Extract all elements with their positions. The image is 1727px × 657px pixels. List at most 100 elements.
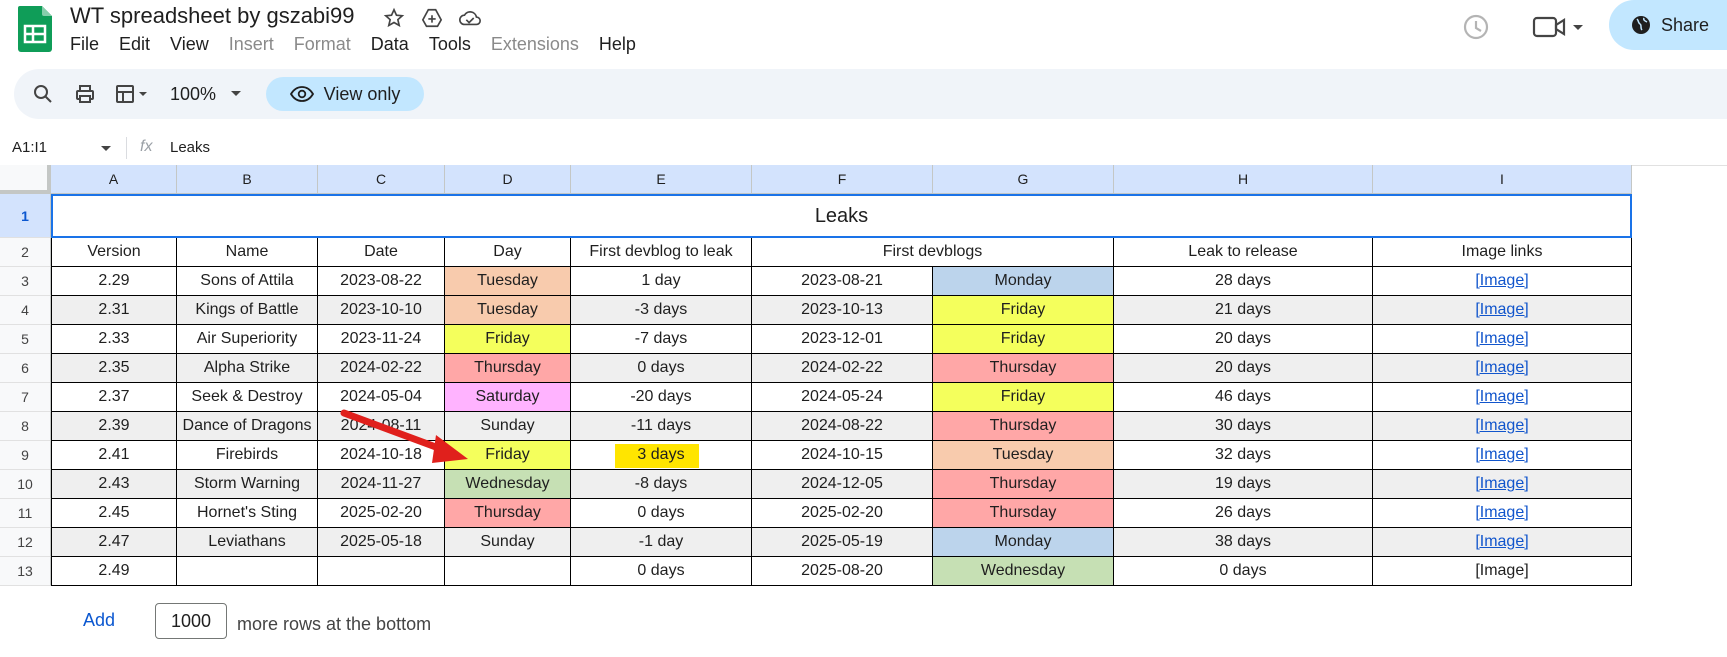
cell-version[interactable]: 2.39	[51, 412, 177, 441]
select-all-corner[interactable]	[0, 165, 51, 194]
header-name[interactable]: Name	[177, 238, 318, 267]
cell-dev-to-leak[interactable]: -3 days	[571, 296, 752, 325]
cell-day[interactable]: Thursday	[445, 499, 571, 528]
cell-devblog-date[interactable]: 2024-12-05	[752, 470, 933, 499]
cell-image[interactable]: [Image]	[1373, 557, 1632, 586]
cell-devblog-day[interactable]: Thursday	[933, 499, 1114, 528]
menu-file[interactable]: File	[70, 34, 99, 55]
cell-leak-to-release[interactable]: 28 days	[1114, 267, 1373, 296]
cell-dev-to-leak[interactable]: -1 day	[571, 528, 752, 557]
cell-version[interactable]: 2.33	[51, 325, 177, 354]
cell-dev-to-leak[interactable]: 3 days	[571, 441, 752, 470]
print-icon[interactable]	[74, 69, 96, 119]
row-header-3[interactable]: 3	[0, 267, 51, 296]
cell-devblog-day[interactable]: Thursday	[933, 470, 1114, 499]
cell-name[interactable]: Alpha Strike	[177, 354, 318, 383]
cell-devblog-day[interactable]: Wednesday	[933, 557, 1114, 586]
star-icon[interactable]	[382, 6, 406, 30]
cell-name[interactable]: Storm Warning	[177, 470, 318, 499]
view-only-button[interactable]: View only	[266, 77, 424, 111]
cell-name[interactable]: Hornet's Sting	[177, 499, 318, 528]
cell-dev-to-leak[interactable]: 1 day	[571, 267, 752, 296]
cell-image[interactable]: [Image]	[1373, 325, 1632, 354]
zoom-select[interactable]: 100%	[170, 69, 242, 119]
cell-devblog-date[interactable]: 2024-08-22	[752, 412, 933, 441]
row-header-4[interactable]: 4	[0, 296, 51, 325]
cell-version[interactable]: 2.49	[51, 557, 177, 586]
cell-dev-to-leak[interactable]: 0 days	[571, 354, 752, 383]
menu-tools[interactable]: Tools	[429, 34, 471, 55]
cell-version[interactable]: 2.45	[51, 499, 177, 528]
cell-leak-to-release[interactable]: 20 days	[1114, 354, 1373, 383]
column-header-i[interactable]: I	[1373, 165, 1632, 194]
move-to-drive-icon[interactable]	[420, 6, 444, 30]
cell-version[interactable]: 2.41	[51, 441, 177, 470]
cell-devblog-day[interactable]: Friday	[933, 296, 1114, 325]
cell-devblog-day[interactable]: Friday	[933, 325, 1114, 354]
row-header-8[interactable]: 8	[0, 412, 51, 441]
row-header-7[interactable]: 7	[0, 383, 51, 412]
cell-devblog-day[interactable]: Thursday	[933, 412, 1114, 441]
cell-dev-to-leak[interactable]: -20 days	[571, 383, 752, 412]
cell-name[interactable]: Dance of Dragons	[177, 412, 318, 441]
menu-extensions[interactable]: Extensions	[491, 34, 579, 55]
menu-edit[interactable]: Edit	[119, 34, 150, 55]
header-day[interactable]: Day	[445, 238, 571, 267]
cell-devblog-date[interactable]: 2023-10-13	[752, 296, 933, 325]
sheet-grid[interactable]: Leaks A B C D E F G H I 1 2 3 4 5 6 7 8 9 10 11 12 13 Version N…	[0, 165, 1727, 595]
document-title[interactable]: WT spreadsheet by gszabi99	[70, 3, 355, 29]
cell-image[interactable]: [Image]	[1373, 499, 1632, 528]
cell-day[interactable]: Friday	[445, 325, 571, 354]
column-header-e[interactable]: E	[571, 165, 752, 194]
cell-version[interactable]: 2.35	[51, 354, 177, 383]
share-button[interactable]: Share	[1609, 0, 1727, 50]
rows-count-input[interactable]: 1000	[155, 603, 227, 639]
cell-date[interactable]: 2024-02-22	[318, 354, 445, 383]
cell-image[interactable]: [Image]	[1373, 441, 1632, 470]
cell-version[interactable]: 2.37	[51, 383, 177, 412]
menu-help[interactable]: Help	[599, 34, 636, 55]
search-icon[interactable]	[32, 69, 54, 119]
cell-devblog-day[interactable]: Friday	[933, 383, 1114, 412]
cell-date[interactable]	[318, 557, 445, 586]
cell-day[interactable]: Sunday	[445, 528, 571, 557]
cell-devblog-date[interactable]: 2024-02-22	[752, 354, 933, 383]
header-first-devblogs[interactable]: First devblogs	[752, 238, 1114, 267]
cell-leak-to-release[interactable]: 0 days	[1114, 557, 1373, 586]
row-header-5[interactable]: 5	[0, 325, 51, 354]
cell-name[interactable]: Air Superiority	[177, 325, 318, 354]
chevron-down-icon[interactable]	[100, 145, 112, 153]
cell-image[interactable]: [Image]	[1373, 383, 1632, 412]
cell-leak-to-release[interactable]: 19 days	[1114, 470, 1373, 499]
column-header-h[interactable]: H	[1114, 165, 1373, 194]
column-header-d[interactable]: D	[445, 165, 571, 194]
cell-version[interactable]: 2.29	[51, 267, 177, 296]
cell-image[interactable]: [Image]	[1373, 267, 1632, 296]
cell-dev-to-leak[interactable]: -7 days	[571, 325, 752, 354]
cell-devblog-date[interactable]: 2025-02-20	[752, 499, 933, 528]
sheets-logo[interactable]	[18, 6, 52, 52]
cell-image[interactable]: [Image]	[1373, 354, 1632, 383]
cell-name[interactable]: Seek & Destroy	[177, 383, 318, 412]
cell-leak-to-release[interactable]: 21 days	[1114, 296, 1373, 325]
cell-devblog-date[interactable]: 2025-05-19	[752, 528, 933, 557]
cell-devblog-date[interactable]: 2025-08-20	[752, 557, 933, 586]
cell-leak-to-release[interactable]: 38 days	[1114, 528, 1373, 557]
cell-version[interactable]: 2.43	[51, 470, 177, 499]
cell-leak-to-release[interactable]: 30 days	[1114, 412, 1373, 441]
cell-date[interactable]: 2025-02-20	[318, 499, 445, 528]
row-header-2[interactable]: 2	[0, 238, 51, 267]
cell-name[interactable]	[177, 557, 318, 586]
row-header-6[interactable]: 6	[0, 354, 51, 383]
cell-image[interactable]: [Image]	[1373, 470, 1632, 499]
column-header-b[interactable]: B	[177, 165, 318, 194]
name-box[interactable]: A1:I1	[12, 139, 47, 156]
header-leak-to-release[interactable]: Leak to release	[1114, 238, 1373, 267]
cell-dev-to-leak[interactable]: -8 days	[571, 470, 752, 499]
menu-data[interactable]: Data	[371, 34, 409, 55]
cell-dev-to-leak[interactable]: -11 days	[571, 412, 752, 441]
cell-day[interactable]: Tuesday	[445, 267, 571, 296]
cell-version[interactable]: 2.47	[51, 528, 177, 557]
cell-image[interactable]: [Image]	[1373, 296, 1632, 325]
cell-day[interactable]: Thursday	[445, 354, 571, 383]
